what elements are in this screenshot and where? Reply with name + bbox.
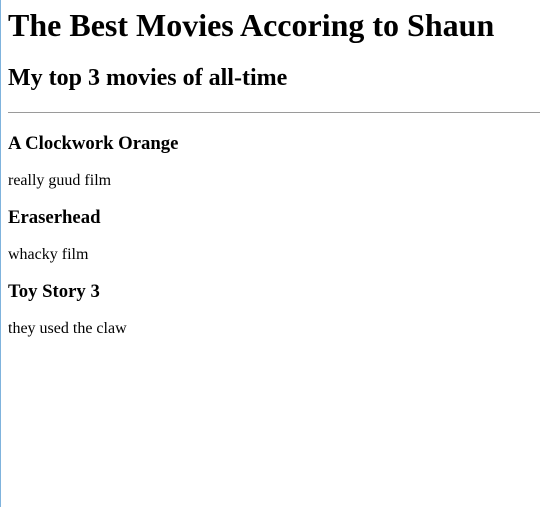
window-left-edge (0, 0, 1, 507)
list-item: Toy Story 3 they used the claw (8, 281, 540, 338)
movie-title: Toy Story 3 (8, 281, 100, 302)
section-divider (8, 112, 540, 113)
movie-description: they used the claw (8, 320, 127, 337)
movie-description: whacky film (8, 246, 89, 263)
movie-list: A Clockwork Orange really guud film Eras… (8, 133, 540, 338)
page-subtitle: My top 3 movies of all-time (8, 65, 288, 91)
list-item: Eraserhead whacky film (8, 207, 540, 264)
movie-title: A Clockwork Orange (8, 133, 179, 154)
page-title: The Best Movies Accoring to Shaun (8, 7, 495, 43)
movie-title: Eraserhead (8, 207, 101, 228)
movie-description: really guud film (8, 172, 112, 189)
page-content: The Best Movies Accoring to Shaun My top… (0, 0, 540, 338)
list-item: A Clockwork Orange really guud film (8, 133, 540, 190)
